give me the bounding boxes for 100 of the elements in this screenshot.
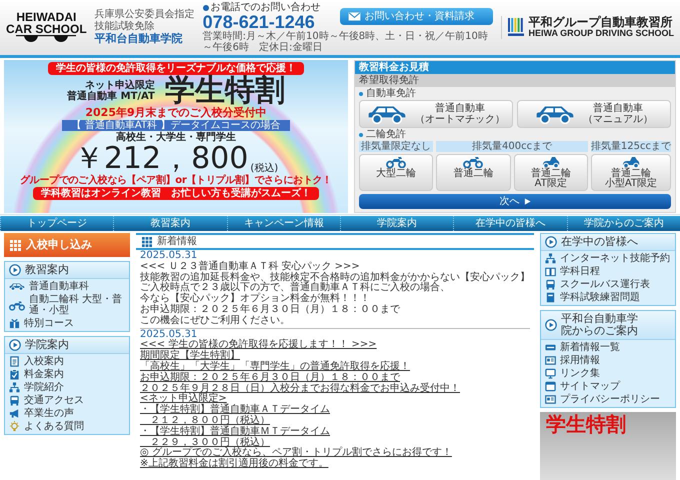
motorcycle-icon — [463, 156, 484, 168]
sidebar-link[interactable]: 学院紹介 — [9, 381, 125, 394]
license-button[interactable]: 大型二輪 — [359, 154, 434, 191]
banner-text: ネット申込限定 — [84, 80, 155, 91]
category-label: 排気量125ccまで — [590, 141, 671, 152]
group-name-english: HEIWA GROUP DRIVING SCHOOL — [528, 29, 674, 40]
nav-link[interactable]: キャンペーン情報 — [226, 216, 340, 231]
sidebar-link[interactable]: 採用情報 — [545, 354, 671, 368]
nav-link[interactable]: 教習案内 — [113, 216, 227, 231]
car-icon — [9, 281, 25, 292]
news-link[interactable]: ※上記教習料金は割引適用後の料金です。 — [140, 459, 328, 470]
sidebar-link[interactable]: インターネット技能予約 — [545, 252, 671, 266]
business-hours: 営業時間:月～木／午前10時～午後8時、土・日・祝／午前10時～午後6時 定休日:金曜日 — [202, 31, 489, 53]
box-title: 教習案内 — [25, 264, 69, 276]
sidebar-link[interactable]: リンク集 — [545, 367, 671, 380]
sidebar-link[interactable]: 自動二輪科 大型・普通・小型 — [9, 293, 125, 318]
news-date: 2025.05.31 — [140, 330, 198, 340]
car-icon — [535, 104, 575, 124]
banner-ribbon: 学生の皆様の免許取得をリーズナブルな価格で応援！ — [48, 62, 304, 75]
sidebar-link[interactable]: 普通自動車科 — [9, 280, 125, 294]
school-name: 平和台自動車学院 — [94, 33, 184, 46]
news-link[interactable]: お申込期限：２０２５年６月３０日（月）１８：００まで — [140, 372, 400, 384]
box-title: 在学中の皆様へ — [561, 236, 638, 248]
news-text: 技能教習の追加延長料金や、技能検定不合格時の追加料金がかからない【安心パック】 — [140, 272, 530, 283]
monitor-icon — [545, 368, 556, 380]
banner-text: 高校生・大学生・専門学生 — [116, 132, 236, 144]
sidebar-link[interactable]: 料金案内 — [9, 368, 125, 382]
news-text: 今なら【安心パック】オプション料金が無料！！！ — [140, 294, 371, 304]
news-link[interactable]: ２２９，３００円（税込） — [140, 438, 270, 448]
banner-headline: 学生特割 — [164, 76, 285, 106]
license-button[interactable]: 普通自動車 （オートマチック） — [359, 100, 513, 128]
news-text: お申込期限：２０２５年６月３０日（月）１８：００まで — [140, 304, 401, 315]
lightbulb-icon — [9, 421, 20, 432]
car-icon — [367, 104, 407, 124]
sidebar-link[interactable]: 新着情報一覧 — [545, 341, 671, 354]
book-icon — [545, 266, 556, 278]
sidebar-link[interactable]: 特別コース — [9, 317, 125, 330]
banner-note: グループでのご入校なら【ペア割】or【トリプル割】でさらにおトク！ — [20, 175, 332, 186]
nav-link[interactable]: トップページ — [0, 216, 114, 231]
bus-icon — [9, 395, 20, 406]
sidebar-link[interactable]: 交通アクセス — [9, 394, 125, 408]
category-label: 排気量限定なし — [359, 141, 434, 152]
window-icon — [545, 381, 556, 392]
scooter-icon — [620, 156, 641, 168]
price: ￥212，800 — [74, 144, 248, 174]
megaphone-icon — [9, 408, 20, 420]
logo-text: CAR SCHOOL — [6, 22, 87, 34]
motorcycle-icon — [386, 156, 406, 168]
tax-note: (税込) — [250, 163, 278, 174]
panel-subtitle: 希望取得免許 — [355, 74, 675, 87]
news-text: この機会にぜひご利用ください。 — [140, 316, 291, 327]
next-button[interactable]: 次へ — [359, 194, 671, 209]
news-link[interactable]: ２０２５年９月２８日（日）入校分までお得な料金でお申込み受付中！ — [140, 384, 460, 394]
course-strip: 【 普通自動車AT科 】データイムコースの場合 — [62, 120, 290, 132]
sidebar-link[interactable]: 卒業生の声 — [9, 407, 125, 420]
news-title: 新着情報 — [157, 236, 197, 247]
envelope-icon — [348, 12, 361, 21]
notebook-icon — [545, 292, 556, 304]
news-link[interactable]: ・【学生特割】普通自動車ＡＴデータイム — [140, 405, 330, 416]
license-button[interactable]: 普通二輪 小型AT限定 — [590, 154, 671, 191]
sidebar-link[interactable]: 学科日程 — [545, 265, 671, 278]
news-link[interactable]: ・【学生特割】普通自動車ＭＴデータイム — [140, 426, 330, 438]
license-button[interactable]: 普通二輪 — [436, 154, 511, 191]
play-circle-icon — [9, 339, 21, 352]
nav-link[interactable]: 在学中の皆様へ — [453, 216, 567, 231]
nav-link[interactable]: 学院案内 — [340, 216, 454, 231]
id-card-icon — [545, 355, 556, 366]
sidebar-link[interactable]: 学科試験練習問題 — [545, 291, 671, 304]
banner-ribbon: 学科教習はオンライン教習 お忙しい方も受講がスムーズ！ — [33, 187, 319, 200]
sidebar-link[interactable]: 入校案内 — [9, 355, 125, 368]
play-circle-icon — [545, 319, 557, 332]
news-text: <<< Ｕ２３普通自動車ＡＴ科 安心パック >>> — [140, 262, 361, 272]
license-button[interactable]: 普通二輪 AT限定 — [514, 154, 588, 191]
sidebar-link[interactable]: よくある質問 — [9, 420, 125, 434]
banner-deadline: 2025年9月末までのご入校分受付中 — [85, 107, 267, 120]
group-name: 平和グループ自動車教習所 — [528, 16, 674, 30]
motorcycle-icon — [9, 300, 25, 311]
sidebar-link[interactable]: サイトマップ — [545, 380, 671, 394]
card-icon — [545, 342, 556, 354]
sidebar-link[interactable]: スクールバス運行表 — [545, 278, 671, 292]
news-link[interactable]: 期間限定【学生特割】 — [140, 351, 240, 362]
news-link[interactable]: ２１２，８００円（税込） — [140, 416, 270, 427]
news-text: ご入校時点で２３歳以下の方で、普通自動車ＡＴ科にご入校の場合、 — [140, 283, 451, 294]
play-icon — [524, 198, 530, 205]
logo-text: HEIWADAI — [16, 10, 76, 22]
category-label: 排気量400ccまで — [436, 141, 588, 152]
wheels-icon — [16, 34, 76, 44]
news-date: 2025.05.31 — [140, 251, 198, 262]
nav-link[interactable]: 学院からのご案内 — [566, 216, 680, 231]
phone-label: お電話でのお問い合わせ — [202, 2, 332, 13]
banner-text: 普通自動車 MT/AT — [67, 91, 155, 102]
news-link[interactable]: 「高校生」「大学生」「専門学生」の普通免許取得を応援！ — [140, 362, 410, 373]
sitemap-icon — [545, 253, 556, 264]
sidebar-link[interactable]: プライバシーポリシー — [545, 393, 671, 406]
id-card-icon — [545, 394, 556, 406]
license-button[interactable]: 普通自動車 （マニュアル） — [517, 100, 671, 128]
play-circle-icon — [9, 264, 21, 276]
scooter-icon — [540, 156, 561, 168]
banner-headline: 学生特割 — [546, 414, 626, 434]
box-title: 学院案内 — [25, 339, 69, 352]
